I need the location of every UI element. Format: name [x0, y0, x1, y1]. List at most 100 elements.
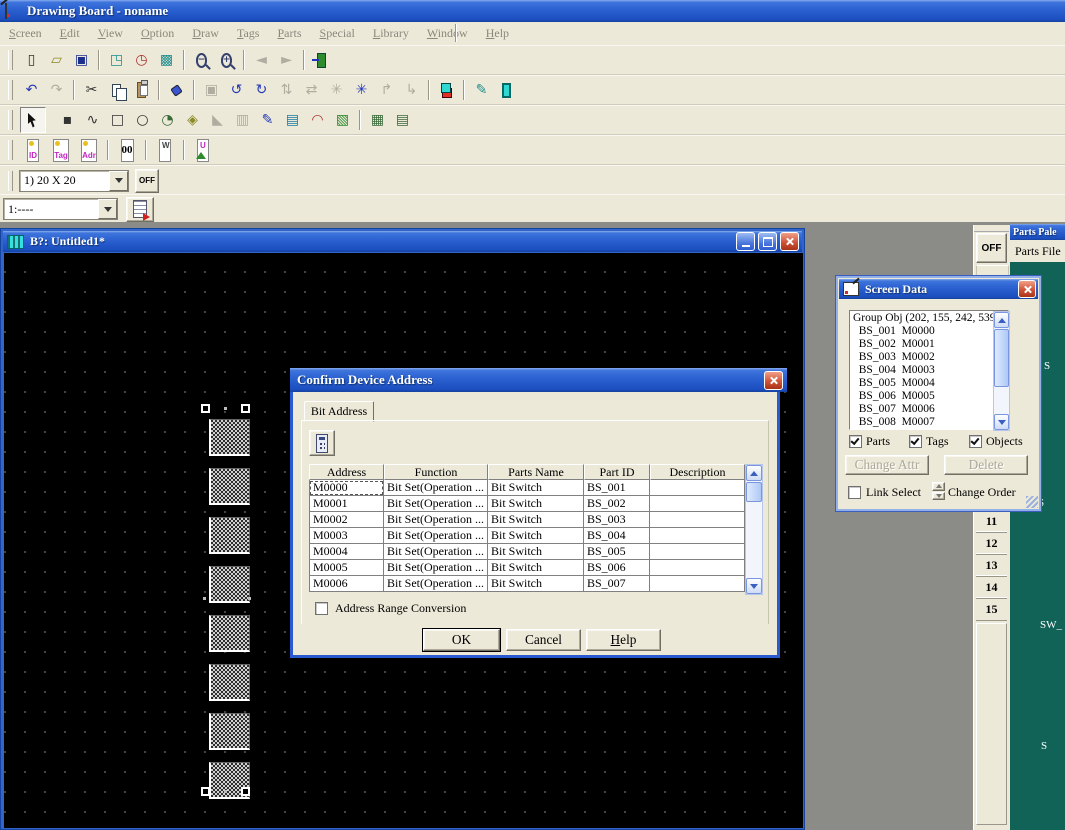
cell-function[interactable]: Bit Set(Operation ...: [384, 528, 488, 544]
list-scrollbar[interactable]: [993, 311, 1010, 431]
bit-switch-part[interactable]: [209, 566, 250, 603]
toolbar-grip[interactable]: [8, 80, 13, 100]
previous-screen-button[interactable]: ◄: [250, 49, 273, 72]
show-address-button[interactable]: Adr: [76, 139, 102, 162]
palette-tab-13[interactable]: 13: [976, 553, 1007, 577]
scroll-down-button[interactable]: [994, 414, 1009, 430]
bit-address-tab[interactable]: Bit Address: [304, 401, 374, 422]
address-range-option[interactable]: Address Range Conversion: [315, 601, 466, 616]
bit-switch-part[interactable]: [209, 664, 250, 701]
maximize-button[interactable]: [758, 232, 777, 251]
col-header-parts-name[interactable]: Parts Name: [488, 464, 584, 480]
palette-tab-14[interactable]: 14: [976, 575, 1007, 599]
menu-tags[interactable]: Tags: [228, 23, 269, 44]
polygon-tool-button[interactable]: ◣: [206, 109, 229, 132]
bit-switch-part[interactable]: [209, 713, 250, 750]
open-button[interactable]: ▱: [45, 49, 68, 72]
toolbar-grip[interactable]: [8, 110, 13, 130]
cell-address[interactable]: M0000: [309, 480, 384, 496]
cell-parts-name[interactable]: Bit Switch: [488, 576, 584, 592]
parts-3d-button-2[interactable]: ▤: [391, 109, 414, 132]
select-tool-button[interactable]: [20, 107, 46, 133]
pen-attribute-button[interactable]: ✎: [470, 79, 493, 102]
text-tool-button[interactable]: ✎: [256, 109, 279, 132]
link-combo[interactable]: 1:----: [3, 198, 118, 220]
parts-file-row[interactable]: Parts File: [1010, 240, 1065, 262]
objects-filter[interactable]: Objects: [969, 434, 1023, 449]
screen-call-tool-button[interactable]: ▤: [281, 109, 304, 132]
table-row[interactable]: M0004 Bit Set(Operation ... Bit Switch B…: [309, 544, 761, 560]
list-item[interactable]: BS_002 M0001: [853, 338, 1008, 351]
cell-description[interactable]: [650, 576, 745, 592]
cell-address[interactable]: M0004: [309, 544, 384, 560]
cut-button[interactable]: ✂: [80, 79, 103, 102]
selection-handle-top-right[interactable]: [241, 404, 250, 413]
duplicate-button[interactable]: ▣: [200, 79, 223, 102]
cell-part-id[interactable]: BS_006: [584, 560, 650, 576]
scroll-thumb[interactable]: [746, 482, 762, 502]
resize-grip[interactable]: [1026, 496, 1038, 508]
parts-3d-button-1[interactable]: ▦: [366, 109, 389, 132]
fill-tool-button[interactable]: ◈: [181, 109, 204, 132]
cell-part-id[interactable]: BS_007: [584, 576, 650, 592]
toolbar-grip[interactable]: [8, 50, 13, 70]
parts-checkbox[interactable]: [849, 435, 862, 448]
screen-preview-button[interactable]: ▩: [155, 49, 178, 72]
attribute-change-button[interactable]: [435, 79, 458, 102]
scroll-up-button[interactable]: [746, 465, 762, 481]
cell-function[interactable]: Bit Set(Operation ...: [384, 560, 488, 576]
menu-view[interactable]: View: [89, 23, 132, 44]
dialog-titlebar[interactable]: Confirm Device Address: [290, 368, 787, 392]
dialog-close-button[interactable]: [764, 371, 783, 390]
exit-button[interactable]: [310, 49, 333, 72]
part-label[interactable]: S: [1041, 740, 1047, 752]
cell-description[interactable]: [650, 480, 745, 496]
scroll-up-button[interactable]: [994, 312, 1009, 328]
parts-palette-titlebar[interactable]: Parts Pale: [1010, 224, 1065, 240]
table-scrollbar[interactable]: [745, 464, 763, 595]
flip-horizontal-button[interactable]: ⇄: [300, 79, 323, 102]
palette-tab-11[interactable]: 11: [976, 509, 1007, 533]
menu-draw[interactable]: Draw: [183, 23, 228, 44]
binary-display-button[interactable]: 00: [114, 139, 140, 162]
line-tool-button[interactable]: ∿: [81, 109, 104, 132]
screen-jump-button[interactable]: [126, 197, 154, 222]
show-tag-button[interactable]: Tag: [48, 139, 74, 162]
zoom-in-button[interactable]: +: [215, 49, 238, 72]
bring-to-front-button[interactable]: ↱: [375, 79, 398, 102]
palette-tab-12[interactable]: 12: [976, 531, 1007, 555]
grid-size-combo[interactable]: 1) 20 X 20: [19, 170, 129, 192]
palette-tab-15[interactable]: 15: [976, 597, 1007, 621]
new-screen-button[interactable]: ▯: [20, 49, 43, 72]
menu-window[interactable]: Window: [418, 23, 477, 44]
rotate-right-button[interactable]: ↻: [250, 79, 273, 102]
col-header-part-id[interactable]: Part ID: [584, 464, 650, 480]
selection-handle-top-mid[interactable]: [224, 407, 227, 410]
toolbar-grip[interactable]: [8, 140, 13, 160]
image-tool-button[interactable]: ▧: [331, 109, 354, 132]
zoom-out-button[interactable]: −: [190, 49, 213, 72]
cell-description[interactable]: [650, 544, 745, 560]
cell-description[interactable]: [650, 560, 745, 576]
rectangle-tool-button[interactable]: □: [106, 109, 129, 132]
menu-parts[interactable]: Parts: [268, 23, 310, 44]
table-row[interactable]: M0000 Bit Set(Operation ... Bit Switch B…: [309, 480, 761, 496]
cell-part-id[interactable]: BS_005: [584, 544, 650, 560]
selection-handle-bottom-left[interactable]: [201, 787, 210, 796]
screen-object-list[interactable]: Group Obj (202, 155, 242, 539 BS_001 M00…: [849, 310, 1009, 430]
cell-function[interactable]: Bit Set(Operation ...: [384, 496, 488, 512]
scroll-thumb[interactable]: [994, 329, 1009, 387]
table-row[interactable]: M0002 Bit Set(Operation ... Bit Switch B…: [309, 512, 761, 528]
list-item[interactable]: BS_007 M0006: [853, 403, 1008, 416]
ok-button[interactable]: OK: [423, 629, 500, 651]
help-button[interactable]: Help: [586, 629, 661, 651]
screen-data-close-button[interactable]: [1018, 280, 1036, 298]
cell-address[interactable]: M0006: [309, 576, 384, 592]
cell-address[interactable]: M0002: [309, 512, 384, 528]
cell-description[interactable]: [650, 512, 745, 528]
list-item[interactable]: BS_001 M0000: [853, 325, 1008, 338]
bit-switch-part[interactable]: [209, 419, 250, 456]
parts-filter[interactable]: Parts: [849, 434, 890, 449]
link-dropdown-button[interactable]: [98, 199, 117, 219]
cell-function[interactable]: Bit Set(Operation ...: [384, 576, 488, 592]
